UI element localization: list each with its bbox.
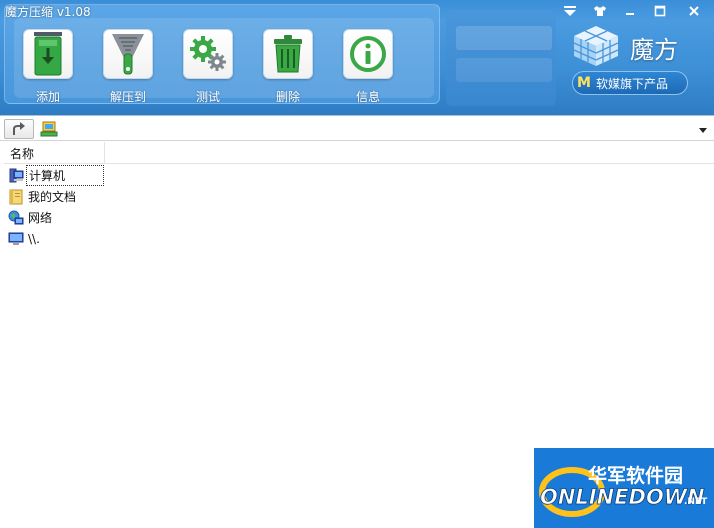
app-window: 魔方压缩 v1.08 添加 解压到 测试 删除 信息 魔方 M 软媒旗下产品 名… (0, 0, 714, 528)
list-column-header: 名称 (4, 142, 714, 164)
brand-name: 魔方 (630, 36, 678, 64)
list-item-computer[interactable]: 计算机 (8, 165, 104, 186)
list-item-network[interactable]: 网络 (8, 207, 104, 228)
file-list: 计算机 我的文档 网络 \\. (8, 165, 104, 249)
window-title: 魔方压缩 v1.08 (5, 5, 91, 19)
watermark-text-en: ONLINEDOWN (540, 485, 705, 509)
watermark-text-cn: 华军软件园 (588, 464, 683, 487)
address-bar[interactable] (0, 115, 714, 141)
brand-logo: 魔方 M 软媒旗下产品 (570, 24, 690, 95)
list-item-label: 网络 (28, 211, 53, 225)
up-arrow-icon (13, 122, 25, 135)
up-folder-button[interactable] (4, 119, 34, 139)
skin-button[interactable] (588, 2, 612, 20)
list-item-label: \\. (28, 231, 40, 246)
brand-tagline: 软媒旗下产品 (595, 76, 668, 91)
brand-m-mark: M (577, 75, 591, 91)
minimize-icon (626, 13, 634, 15)
delete-label: 删除 (275, 90, 300, 104)
trash-icon (274, 35, 302, 73)
close-button[interactable] (682, 2, 706, 20)
list-item-label: 我的文档 (28, 190, 77, 204)
background-panel (456, 58, 552, 82)
info-button[interactable]: 信息 (340, 29, 396, 105)
extract-to-label: 解压到 (109, 90, 146, 104)
watermark-logo: 华军软件园 ONLINEDOWN .NET (534, 448, 714, 528)
network-icon (8, 210, 24, 226)
computer-icon (8, 168, 24, 184)
maximize-button[interactable] (648, 2, 672, 20)
delete-button[interactable]: 删除 (260, 29, 316, 105)
gears-icon (190, 36, 226, 71)
info-label: 信息 (355, 90, 380, 104)
shirt-icon (594, 6, 606, 16)
add-label: 添加 (35, 90, 60, 104)
close-icon (689, 6, 699, 16)
list-item-local-path[interactable]: \\. (8, 228, 104, 249)
add-download-icon (34, 32, 62, 76)
watermark-text-net: .NET (684, 497, 708, 507)
list-item-label: 计算机 (26, 165, 104, 186)
maximize-icon (654, 5, 666, 17)
test-button[interactable]: 测试 (180, 29, 236, 105)
minimize-button[interactable] (618, 2, 642, 20)
column-name-header[interactable]: 名称 (4, 142, 105, 163)
header: 魔方压缩 v1.08 添加 解压到 测试 删除 信息 魔方 M 软媒旗下产品 (0, 0, 714, 115)
dropdown-menu-button[interactable] (558, 2, 582, 20)
cube-logo-icon (573, 26, 619, 66)
location-icon (40, 120, 58, 141)
add-button[interactable]: 添加 (20, 29, 76, 105)
brand-badge[interactable]: M 软媒旗下产品 (572, 71, 688, 95)
address-dropdown-button[interactable] (699, 123, 707, 137)
background-panel (456, 26, 552, 50)
documents-folder-icon (8, 189, 24, 205)
test-label: 测试 (195, 90, 220, 104)
list-item-documents[interactable]: 我的文档 (8, 186, 104, 207)
extract-to-button[interactable]: 解压到 (100, 29, 156, 105)
monitor-icon (8, 231, 24, 247)
zipper-icon (112, 34, 144, 75)
chevron-down-icon (699, 128, 707, 133)
menu-arrow-icon (564, 6, 576, 16)
info-icon (350, 36, 386, 72)
